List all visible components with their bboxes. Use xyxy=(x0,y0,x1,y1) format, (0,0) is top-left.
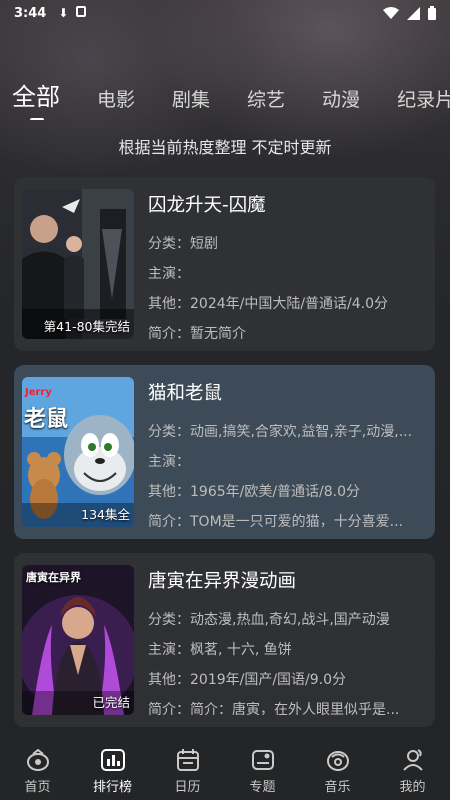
poster-logo: 唐寅在异界 xyxy=(26,571,81,584)
nav-home[interactable]: 首页 xyxy=(0,740,75,800)
episode-badge: 第41-80集完结 xyxy=(43,319,130,334)
item-intro: 简介：TOM是一只可爱的猫，十分喜爱... xyxy=(148,514,404,527)
nav-profile[interactable]: 我的 xyxy=(375,740,450,800)
poster-logo: 老鼠 xyxy=(24,407,69,432)
item-intro: 简介：简介：唐寅，在外人眼里似乎是... xyxy=(148,702,400,715)
poster-image: 第41-80集完结 xyxy=(22,189,134,339)
nav-label: 音乐 xyxy=(324,780,351,795)
ranking-subtitle: 根据当前热度整理 不定时更新 xyxy=(118,138,332,157)
tab-anime[interactable]: 动漫 xyxy=(322,85,360,120)
download-icon: ⬇ xyxy=(58,6,69,20)
tab-documentary[interactable]: 纪录片 xyxy=(397,85,450,120)
episode-badge: 已完结 xyxy=(92,695,130,710)
nav-topic[interactable]: 专题 xyxy=(225,740,300,800)
nav-label: 排行榜 xyxy=(92,780,132,795)
item-title: 唐寅在异界漫动画 xyxy=(148,571,297,592)
item-other: 其他：2019年/国产/国语/9.0分 xyxy=(148,672,347,688)
item-cast: 主演：枫茗, 十六, 鱼饼 xyxy=(148,642,292,658)
item-intro: 简介：暂无简介 xyxy=(148,326,246,339)
item-category: 分类：短剧 xyxy=(148,236,218,252)
poster-logo-small: Jerry xyxy=(25,387,52,398)
poster-image: 唐寅在异界 已完结 xyxy=(22,565,134,715)
nav-calendar[interactable]: 日历 xyxy=(150,740,225,800)
tab-variety[interactable]: 综艺 xyxy=(247,85,285,120)
nav-label: 首页 xyxy=(24,780,51,795)
ranking-item[interactable]: 唐寅在异界 已完结 唐寅在异界漫动画 分类：动态漫,热血,奇幻,战斗,国产动漫 … xyxy=(14,553,435,727)
battery-icon xyxy=(428,6,436,20)
item-other: 其他：1965年/欧美/普通话/8.0分 xyxy=(148,484,361,500)
ranking-item[interactable]: 第41-80集完结 囚龙升天-囚魔 分类：短剧 主演： 其他：2024年/中国大… xyxy=(14,177,435,351)
music-icon xyxy=(326,751,349,771)
tab-movie[interactable]: 电影 xyxy=(97,85,135,120)
item-title: 猫和老鼠 xyxy=(148,383,223,404)
bottom-nav: 首页 排行榜 日历 专题 音乐 我的 xyxy=(0,740,450,800)
tab-series[interactable]: 剧集 xyxy=(172,85,210,120)
category-tabs: 全部 电影 剧集 综艺 动漫 纪录片 xyxy=(0,76,450,120)
item-cast: 主演： xyxy=(148,266,190,282)
home-icon xyxy=(26,748,49,771)
item-title: 囚龙升天-囚魔 xyxy=(148,195,266,216)
item-category: 分类：动画,搞笑,合家欢,益智,亲子,动漫,... xyxy=(148,424,413,440)
topic-icon xyxy=(251,750,274,770)
nav-ranking[interactable]: 排行榜 xyxy=(75,740,150,800)
item-cast: 主演： xyxy=(148,454,190,470)
item-other: 其他：2024年/中国大陆/普通话/4.0分 xyxy=(148,296,389,312)
episode-badge: 134集全 xyxy=(81,507,130,522)
nav-label: 我的 xyxy=(399,780,426,795)
tab-all[interactable]: 全部 xyxy=(12,77,60,120)
app-notification-icon xyxy=(76,6,87,20)
item-category: 分类：动态漫,热血,奇幻,战斗,国产动漫 xyxy=(148,612,390,628)
wifi-icon xyxy=(383,7,399,19)
nav-label: 日历 xyxy=(174,780,201,795)
ranking-item[interactable]: Jerry 老鼠 134集全 猫和老鼠 分类：动画,搞笑,合家欢,益智,亲子,动… xyxy=(14,365,435,539)
signal-icon xyxy=(407,6,420,20)
ranking-icon xyxy=(100,749,125,771)
calendar-icon xyxy=(176,749,199,771)
nav-label: 专题 xyxy=(249,780,276,795)
poster-image: Jerry 老鼠 134集全 xyxy=(22,377,134,527)
profile-icon xyxy=(402,749,423,771)
status-bar: 3:44 ⬇ xyxy=(0,0,450,26)
nav-music[interactable]: 音乐 xyxy=(300,740,375,800)
status-time: 3:44 xyxy=(14,5,47,21)
